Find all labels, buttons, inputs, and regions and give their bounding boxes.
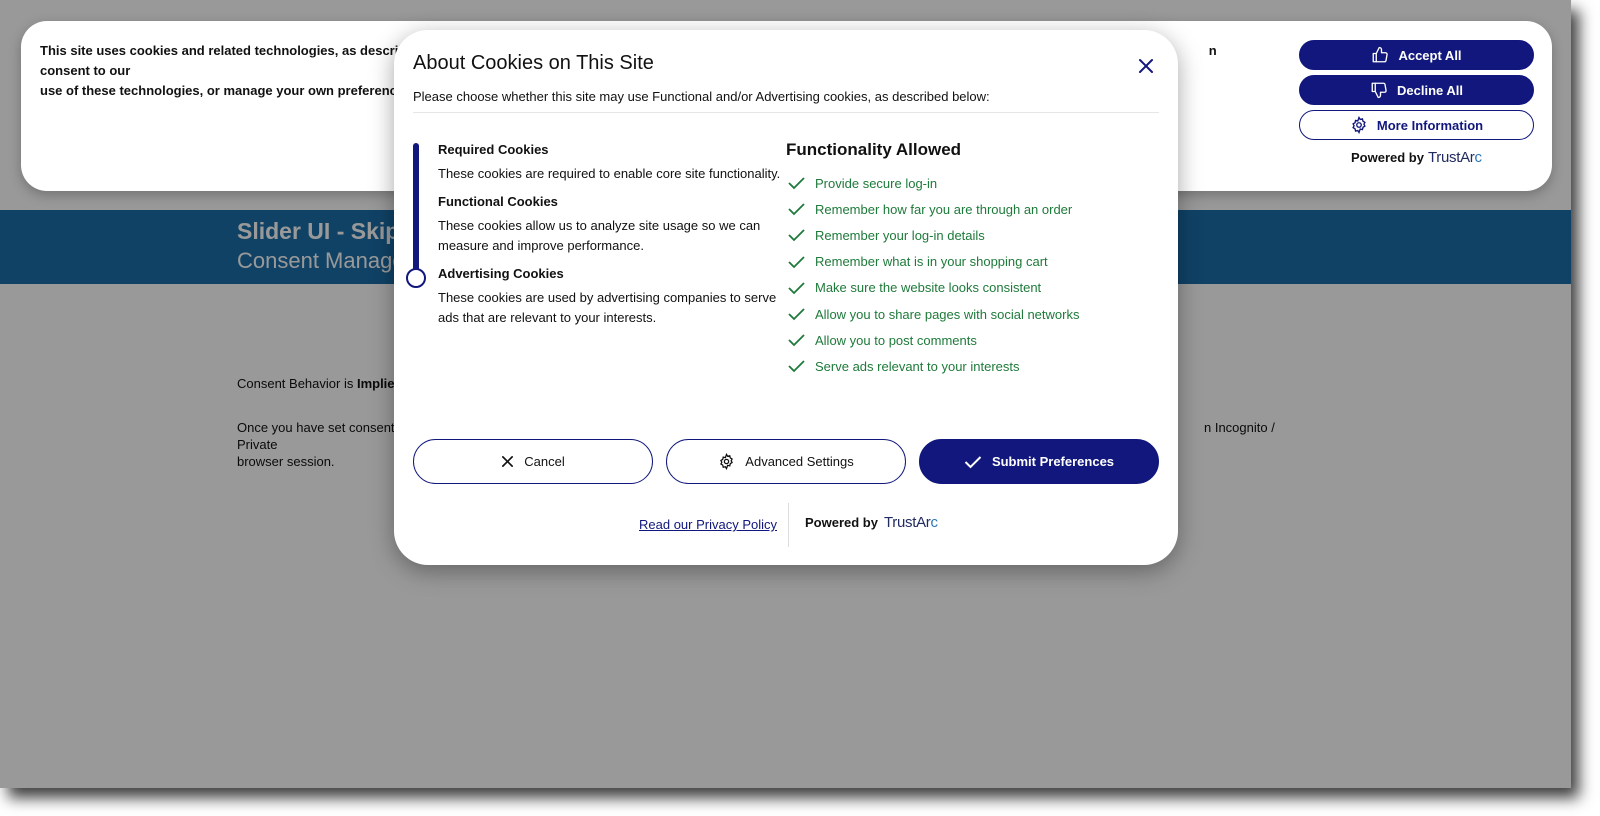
banner-powered-by: Powered by TrustArc bbox=[1351, 149, 1482, 166]
gear-icon bbox=[720, 453, 734, 470]
category-advertising-desc: These cookies are used by advertising co… bbox=[438, 290, 777, 325]
check-icon bbox=[788, 256, 805, 268]
list-item: Remember what is in your shopping cart bbox=[788, 249, 1079, 275]
check-icon bbox=[788, 282, 805, 295]
check-icon bbox=[788, 177, 805, 190]
cancel-label: Cancel bbox=[524, 454, 565, 469]
more-information-label: More Information bbox=[1376, 117, 1484, 133]
decline-all-button[interactable]: Decline All bbox=[1299, 75, 1534, 105]
check-icon bbox=[788, 360, 805, 373]
dialog-powered-by: Powered by TrustArc bbox=[805, 514, 938, 531]
check-icon bbox=[788, 203, 805, 216]
dialog-subtitle: Please choose whether this site may use … bbox=[413, 89, 990, 104]
check-icon bbox=[788, 334, 805, 347]
advanced-settings-label: Advanced Settings bbox=[745, 454, 854, 469]
submit-preferences-button[interactable]: Submit Preferences bbox=[919, 439, 1159, 484]
consent-slider-handle[interactable] bbox=[406, 268, 426, 288]
consent-slider-track[interactable] bbox=[413, 143, 419, 281]
trustarc-logo: TrustArc bbox=[883, 514, 938, 531]
check-icon bbox=[964, 455, 982, 468]
cookie-preferences-dialog: About Cookies on This Site Please choose… bbox=[394, 30, 1178, 565]
trustarc-logo: TrustArc bbox=[1427, 149, 1482, 166]
accept-all-button[interactable]: Accept All bbox=[1299, 40, 1534, 70]
accept-all-label: Accept All bbox=[1398, 47, 1462, 63]
decline-all-label: Decline All bbox=[1397, 82, 1463, 98]
dialog-powered-by-label: Powered by bbox=[805, 515, 878, 530]
check-icon bbox=[788, 229, 805, 242]
category-functional-desc: These cookies allow us to analyze site u… bbox=[438, 218, 761, 253]
functionality-title: Functionality Allowed bbox=[786, 140, 962, 159]
banner-powered-by-label: Powered by bbox=[1351, 150, 1424, 165]
list-item: Remember your log-in details bbox=[788, 222, 1079, 248]
close-icon[interactable] bbox=[1137, 57, 1155, 75]
footer-divider bbox=[788, 503, 789, 547]
browser-window: Slider UI - Skip c Consent Manage Consen… bbox=[0, 0, 1571, 788]
divider bbox=[413, 112, 1159, 113]
list-item: Allow you to post comments bbox=[788, 327, 1079, 353]
category-functional-title: Functional Cookies bbox=[438, 194, 558, 209]
cancel-button[interactable]: Cancel bbox=[413, 439, 653, 484]
category-advertising-title: Advertising Cookies bbox=[438, 266, 564, 281]
privacy-policy-link[interactable]: Read our Privacy Policy bbox=[639, 517, 777, 532]
more-information-button[interactable]: More Information bbox=[1299, 110, 1534, 140]
thumbs-up-icon bbox=[1373, 46, 1389, 63]
list-item: Allow you to share pages with social net… bbox=[788, 301, 1079, 327]
submit-preferences-label: Submit Preferences bbox=[991, 454, 1115, 469]
functionality-list: Provide secure log-in Remember how far y… bbox=[788, 170, 1079, 380]
category-required-title: Required Cookies bbox=[438, 142, 549, 157]
list-item: Serve ads relevant to your interests bbox=[788, 353, 1079, 379]
list-item: Make sure the website looks consistent bbox=[788, 275, 1079, 301]
close-icon bbox=[502, 456, 514, 467]
gear-icon bbox=[1352, 116, 1366, 134]
banner-text-start: This site uses cookies and related techn… bbox=[40, 43, 429, 58]
list-item: Remember how far you are through an orde… bbox=[788, 196, 1079, 222]
advanced-settings-button[interactable]: Advanced Settings bbox=[666, 439, 906, 484]
dialog-title: About Cookies on This Site bbox=[413, 52, 654, 74]
banner-text-line2: use of these technologies, or manage you… bbox=[40, 83, 415, 98]
category-required-desc: These cookies are required to enable cor… bbox=[438, 166, 781, 181]
thumbs-down-icon bbox=[1371, 82, 1387, 99]
list-item: Provide secure log-in bbox=[788, 170, 1079, 196]
check-icon bbox=[788, 308, 805, 321]
